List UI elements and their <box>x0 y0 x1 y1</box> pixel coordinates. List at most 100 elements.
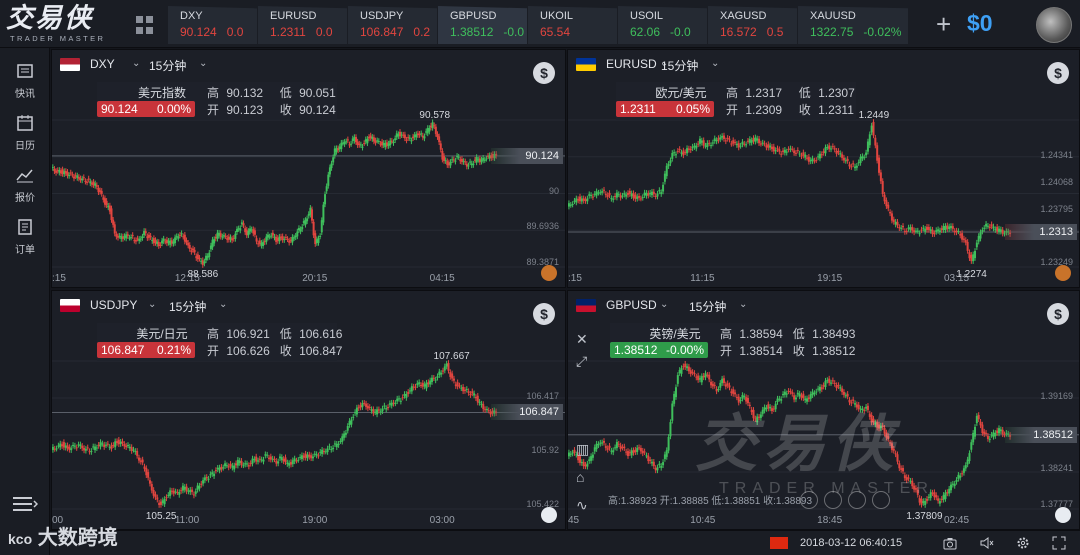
candle-body <box>478 401 481 403</box>
chart-panel-usdjpy[interactable]: USDJPY ⌄ 15分钟 ⌄ $ 美元/日元 106.847 0.21% 高 … <box>51 290 566 530</box>
chevron-down-icon[interactable]: ⌄ <box>132 58 140 69</box>
sidebar-item-orders[interactable]: 订单 <box>0 218 50 256</box>
candle-body <box>937 498 940 501</box>
close-panel-icon[interactable]: ✕ <box>576 331 588 348</box>
timeframe-selector[interactable]: 15分钟 <box>661 57 698 74</box>
candle-body <box>84 181 87 183</box>
candle-body <box>842 391 845 395</box>
candle-body <box>416 383 419 386</box>
waveform-icon[interactable]: ∿ <box>576 497 588 514</box>
chevron-down-icon[interactable]: ⌄ <box>219 299 227 310</box>
timeframe-selector[interactable]: 15分钟 <box>149 57 186 74</box>
expand-icon[interactable]: ⤢ <box>576 353 587 370</box>
settings-gear-icon[interactable] <box>1016 536 1030 550</box>
candle-body <box>942 226 945 231</box>
menu-collapse-icon[interactable] <box>12 495 38 513</box>
nav-prev-icon[interactable] <box>800 491 818 509</box>
timeframe-selector[interactable]: 15分钟 <box>169 298 206 315</box>
candle-body <box>848 164 851 167</box>
indicator-badge-icon[interactable] <box>1055 265 1071 281</box>
draw-tool-icon[interactable]: ⌂ <box>576 469 584 485</box>
high-label: 高 <box>720 327 733 341</box>
candle-body <box>77 444 80 446</box>
trade-dollar-icon[interactable]: $ <box>533 303 555 325</box>
candle-body <box>87 178 90 180</box>
chevron-down-icon[interactable]: ⌄ <box>148 299 156 310</box>
candle-body <box>403 134 406 139</box>
add-plus-icon[interactable]: + <box>936 11 951 37</box>
app-logo[interactable]: 交易侠 TRADER MASTER <box>6 4 124 46</box>
candle-body <box>879 172 882 182</box>
symbol-selector[interactable]: GBPUSD <box>606 298 657 312</box>
symbol-selector[interactable]: USDJPY <box>90 298 137 312</box>
candle-body <box>855 165 858 168</box>
open-value: 1.2309 <box>745 103 783 117</box>
candle-body <box>961 473 964 475</box>
candle-body <box>608 445 611 448</box>
candle-body <box>345 141 348 143</box>
y-axis-tick: 105.92 <box>531 445 559 455</box>
refresh-badge-icon[interactable] <box>1055 507 1071 523</box>
candle-body <box>660 192 663 195</box>
candle-body <box>270 235 273 237</box>
ticker-usdjpy[interactable]: USDJPY 106.847 0.2 <box>348 6 437 44</box>
fullscreen-icon[interactable] <box>1052 536 1066 550</box>
candle-body <box>652 461 655 467</box>
ticker-gbpusd[interactable]: GBPUSD 1.38512 -0.0 <box>438 6 527 44</box>
ticker-price: 65.54 <box>540 25 571 39</box>
trade-dollar-icon[interactable]: $ <box>533 62 555 84</box>
layout-grid-icon[interactable] <box>136 16 154 34</box>
account-balance[interactable]: $0 <box>967 10 993 37</box>
chart-panel-dxy[interactable]: DXY ⌄ 15分钟 ⌄ $ 美元指数 90.124 0.00% 高 90.13… <box>51 49 566 288</box>
refresh-badge-icon[interactable] <box>541 507 557 523</box>
candle-body <box>745 397 748 402</box>
ticker-dxy[interactable]: DXY 90.124 0.0 <box>168 6 257 44</box>
candle-body <box>82 177 85 179</box>
candle-body <box>638 447 641 449</box>
candle-body <box>907 477 910 479</box>
candle-body <box>796 392 799 395</box>
chevron-down-icon[interactable]: ⌄ <box>739 299 747 310</box>
ticker-price: 1322.75 <box>810 25 854 39</box>
indicator-badge-icon[interactable] <box>541 265 557 281</box>
timeframe-selector[interactable]: 15分钟 <box>689 298 726 315</box>
symbol-selector[interactable]: EURUSD <box>606 57 657 71</box>
sidebar-item-news[interactable]: 快讯 <box>0 62 50 100</box>
ticker-eurusd[interactable]: EURUSD 1.2311 0.0 <box>258 6 347 44</box>
camera-icon[interactable] <box>943 536 957 550</box>
sidebar-item-calendar[interactable]: 日历 <box>0 114 50 152</box>
candle-body <box>767 144 770 148</box>
avatar[interactable] <box>1036 7 1072 43</box>
chevron-down-icon[interactable]: ⌄ <box>711 58 719 69</box>
candle-body <box>137 457 140 461</box>
ticker-ukoil[interactable]: UKOIL 65.54 <box>528 6 617 44</box>
candle-body <box>887 436 890 439</box>
nav-reset-icon[interactable] <box>824 491 842 509</box>
candle-body <box>474 396 477 399</box>
ticker-xauusd[interactable]: XAUUSD 1322.75 -0.02% <box>798 6 908 44</box>
candle-body <box>447 362 450 371</box>
trade-dollar-icon[interactable]: $ <box>1047 62 1069 84</box>
ticker-xagusd[interactable]: XAGUSD 16.572 0.5 <box>708 6 797 44</box>
candle-body <box>977 235 980 242</box>
candle-body <box>998 428 1001 434</box>
chart-panel-eurusd[interactable]: EURUSD ⌄ 15分钟 ⌄ $ 欧元/美元 1.2311 0.05% 高 1… <box>567 49 1080 288</box>
candle-body <box>53 448 56 450</box>
candle-body <box>761 142 764 144</box>
chevron-down-icon[interactable]: ⌄ <box>660 299 668 310</box>
candle-body <box>322 204 325 223</box>
candle-body <box>456 382 459 387</box>
symbol-selector[interactable]: DXY <box>90 57 115 71</box>
mute-icon[interactable] <box>980 536 994 550</box>
ticker-usoil[interactable]: USOIL 62.06 -0.0 <box>618 6 707 44</box>
chevron-down-icon[interactable]: ⌄ <box>199 58 207 69</box>
candle-body <box>299 456 302 458</box>
trade-dollar-icon[interactable]: $ <box>1047 303 1069 325</box>
indicators-icon[interactable]: ▥ <box>576 441 589 458</box>
sidebar-item-quotes[interactable]: 报价 <box>0 166 50 204</box>
candle-body <box>105 200 108 206</box>
candle-body <box>370 409 373 411</box>
nav-next-icon[interactable] <box>848 491 866 509</box>
candle-body <box>423 384 426 387</box>
nav-zoom-icon[interactable] <box>872 491 890 509</box>
